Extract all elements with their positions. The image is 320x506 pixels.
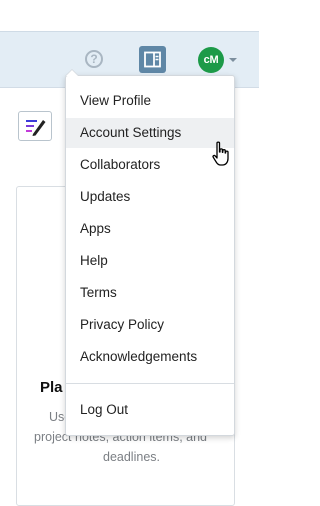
top-spacer <box>0 0 259 31</box>
hand-pointer-cursor-icon <box>212 141 229 166</box>
pen-lines-icon <box>26 120 46 136</box>
menu-item-view-profile[interactable]: View Profile <box>66 86 234 116</box>
panel-toggle-button[interactable] <box>139 46 166 73</box>
menu-item-help[interactable]: Help <box>66 246 234 276</box>
menu-item-acknowledgements[interactable]: Acknowledgements <box>66 342 234 372</box>
menu-item-privacy-policy[interactable]: Privacy Policy <box>66 310 234 340</box>
sidebar-panel-icon <box>144 51 161 68</box>
menu-item-apps[interactable]: Apps <box>66 214 234 244</box>
menu-divider <box>66 383 234 384</box>
user-avatar[interactable]: cM <box>198 47 224 73</box>
menu-item-collaborators[interactable]: Collaborators <box>66 150 234 180</box>
help-icon[interactable]: ? <box>85 50 103 68</box>
menu-item-account-settings[interactable]: Account Settings <box>66 118 234 148</box>
chevron-down-icon[interactable] <box>229 58 237 62</box>
menu-item-updates[interactable]: Updates <box>66 182 234 212</box>
menu-item-terms[interactable]: Terms <box>66 278 234 308</box>
menu-item-log-out[interactable]: Log Out <box>66 395 234 425</box>
card-title: Pla <box>40 379 63 396</box>
card-description-line: deadlines. <box>103 450 160 464</box>
user-dropdown-menu: View Profile Account Settings Collaborat… <box>65 69 235 436</box>
compose-button[interactable] <box>18 111 52 141</box>
